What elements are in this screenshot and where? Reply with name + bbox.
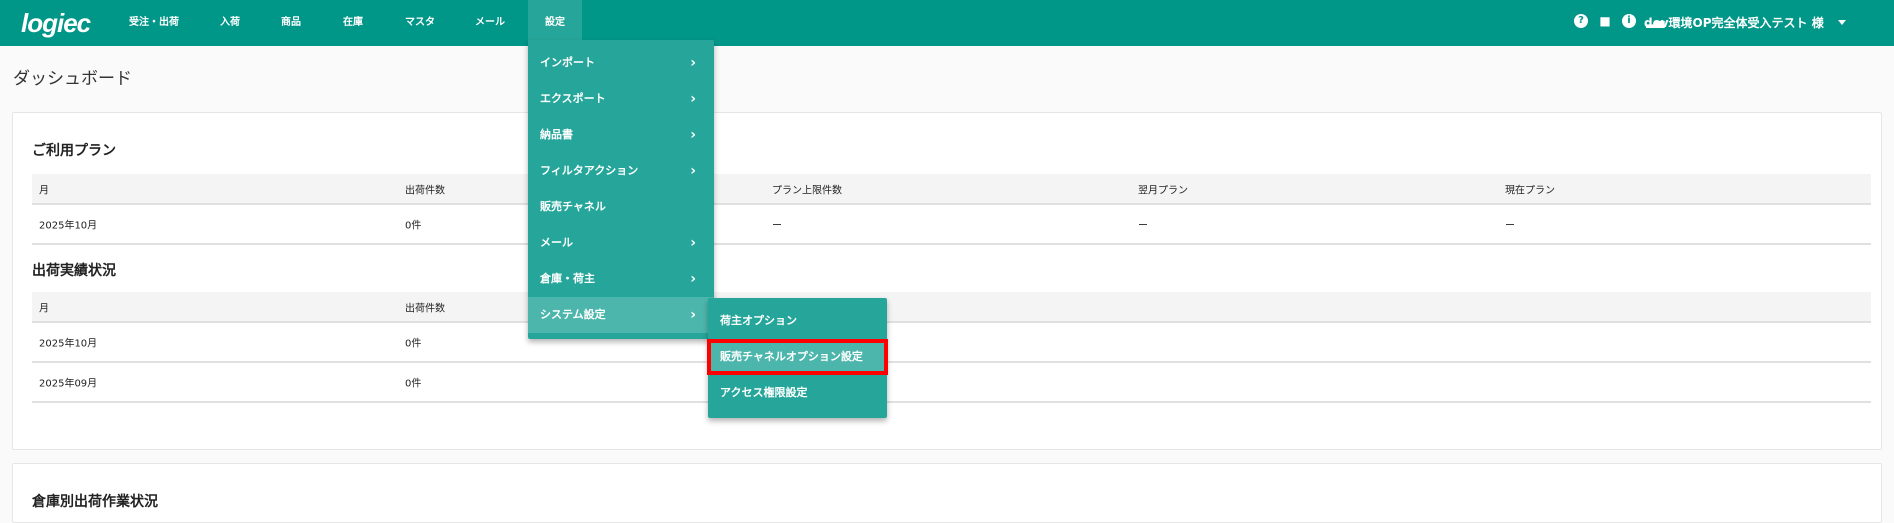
label: インポート xyxy=(540,56,595,69)
menu-item-filter-action[interactable]: フィルタアクション › xyxy=(528,153,714,189)
chevron-right-icon: › xyxy=(690,55,696,71)
shipping-title: 出荷実績状況 xyxy=(32,263,116,279)
nav-mail[interactable]: メール xyxy=(475,0,505,46)
menu-item-export[interactable]: エクスポート › xyxy=(528,81,714,117)
cell: ー xyxy=(1505,220,1515,232)
col-month: 月 xyxy=(39,303,49,314)
menu-item-sales-channel[interactable]: 販売チャネル xyxy=(528,189,714,225)
chevron-right-icon: › xyxy=(690,91,696,107)
label: 納品書 xyxy=(540,128,573,141)
nav-receiving[interactable]: 入荷 xyxy=(220,0,240,46)
menu-item-import[interactable]: インポート › xyxy=(528,45,714,81)
cell: 0件 xyxy=(405,220,422,232)
nav-products[interactable]: 商品 xyxy=(281,0,301,46)
table-header: 月 出荷件数 プラン上限件数 翌月プラン 現在プラン xyxy=(32,174,1871,205)
menu-item-system-settings[interactable]: システム設定 › xyxy=(528,297,714,333)
plan-title: ご利用プラン xyxy=(32,143,116,159)
label: システム設定 xyxy=(540,308,606,321)
chevron-right-icon: › xyxy=(690,235,696,251)
shipping-table: 月 出荷件数 2025年10月 0件 2025年09月 0件 xyxy=(32,292,1871,403)
page-title: ダッシュボード xyxy=(13,69,132,89)
col-current-plan: 現在プラン xyxy=(1505,185,1555,196)
bag-icon[interactable]: ■ xyxy=(1598,14,1612,28)
table-row: 2025年09月 0件 xyxy=(32,363,1871,403)
warehouse-title: 倉庫別出荷作業状況 xyxy=(32,494,158,510)
submenu-item-sales-channel-options[interactable]: 販売チャネルオプション設定 xyxy=(707,339,888,375)
nav-orders[interactable]: 受注・出荷 xyxy=(129,0,179,46)
nav-inventory[interactable]: 在庫 xyxy=(343,0,363,46)
system-settings-submenu: 荷主オプション 販売チャネルオプション設定 アクセス権限設定 xyxy=(707,298,888,418)
cell: 2025年09月 xyxy=(39,378,98,390)
chevron-right-icon: › xyxy=(690,271,696,287)
warehouse-card: 倉庫別出荷作業状況 xyxy=(12,463,1882,523)
help-icon[interactable]: ? xyxy=(1574,14,1588,28)
logo[interactable]: logiec xyxy=(21,8,91,39)
col-month: 月 xyxy=(39,185,49,196)
col-shipments: 出荷件数 xyxy=(405,185,445,196)
dashboard-card: ご利用プラン 月 出荷件数 プラン上限件数 翌月プラン 現在プラン 2025年1… xyxy=(12,112,1882,450)
submenu-item-shipper-options[interactable]: 荷主オプション xyxy=(708,303,887,339)
nav-master[interactable]: マスタ xyxy=(405,0,435,46)
cell: 2025年10月 xyxy=(39,220,98,232)
menu-item-warehouse-shipper[interactable]: 倉庫・荷主 › xyxy=(528,261,714,297)
chevron-down-icon[interactable] xyxy=(1838,20,1846,25)
user-menu[interactable]: dev環境OP完全体受入テスト 様 xyxy=(1644,0,1824,46)
cell: ー xyxy=(772,220,782,232)
chevron-right-icon: › xyxy=(690,307,696,323)
menu-item-delivery-note[interactable]: 納品書 › xyxy=(528,117,714,153)
menu-item-mail[interactable]: メール › xyxy=(528,225,714,261)
label: エクスポート xyxy=(540,92,606,105)
label: フィルタアクション xyxy=(540,164,639,177)
label: メール xyxy=(540,236,573,249)
info-icon[interactable]: i xyxy=(1622,14,1636,28)
col-shipments: 出荷件数 xyxy=(405,303,445,314)
cell: ー xyxy=(1138,220,1148,232)
table-header: 月 出荷件数 xyxy=(32,292,1871,323)
settings-dropdown: インポート › エクスポート › 納品書 › フィルタアクション › 販売チャネル メー… xyxy=(528,40,714,339)
top-header: logiec 受注・出荷 入荷 商品 在庫 マスタ メール 設定 ? ■ i ▂… xyxy=(0,0,1894,46)
label: 販売チャネル xyxy=(540,200,606,213)
plan-table: 月 出荷件数 プラン上限件数 翌月プラン 現在プラン 2025年10月 0件 ー… xyxy=(32,174,1871,245)
cell: 0件 xyxy=(405,378,422,390)
col-next-plan: 翌月プラン xyxy=(1138,185,1188,196)
chevron-right-icon: › xyxy=(690,163,696,179)
col-limit: プラン上限件数 xyxy=(772,185,842,196)
cell: 0件 xyxy=(405,338,422,350)
table-row: 2025年10月 0件 ー ー ー xyxy=(32,205,1871,245)
table-row: 2025年10月 0件 xyxy=(32,323,1871,363)
cell: 2025年10月 xyxy=(39,338,98,350)
label: 倉庫・荷主 xyxy=(540,272,595,285)
chevron-right-icon: › xyxy=(690,127,696,143)
submenu-item-access-permissions[interactable]: アクセス権限設定 xyxy=(708,375,887,411)
